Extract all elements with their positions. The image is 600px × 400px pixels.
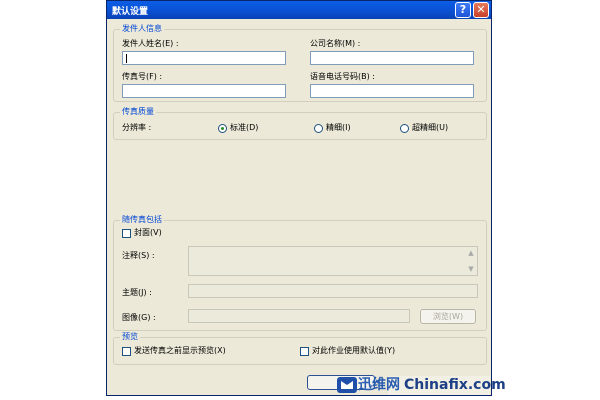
notes-textarea: ▲ ▼: [188, 246, 478, 276]
image-input: [188, 309, 410, 323]
watermark-en-text: Chinafix.com: [404, 377, 506, 393]
sender-name-input[interactable]: [122, 51, 286, 65]
fax-number-input[interactable]: [122, 84, 286, 98]
voice-number-label: 语音电话号码(B) :: [310, 72, 375, 81]
include-with-fax-title: 随传真包括: [120, 215, 164, 225]
voice-number-input[interactable]: [310, 84, 474, 98]
show-preview-checkbox[interactable]: [122, 347, 131, 356]
sender-info-title: 发件人信息: [120, 24, 164, 34]
fax-quality-group: 传真质量 分辨率 : 标准(D) 精细(I) 超精细(U): [113, 107, 487, 140]
use-defaults-label[interactable]: 对此作业使用默认值(Y): [312, 346, 395, 356]
sender-info-group: 发件人信息 发件人姓名(E) : 公司名称(M) : 传真号(F) : 语音电话…: [113, 24, 487, 102]
subject-label: 主题(J) :: [122, 288, 152, 297]
use-defaults-checkbox[interactable]: [300, 347, 309, 356]
resolution-label: 分辨率 :: [122, 123, 152, 132]
notes-label: 注释(S) :: [122, 251, 155, 260]
scroll-up-icon: ▲: [468, 249, 474, 257]
resolution-superfine-radio[interactable]: [400, 124, 409, 133]
company-name-label: 公司名称(M) :: [310, 39, 361, 48]
include-with-fax-group: 随传真包括 封面(V) 注释(S) : ▲ ▼ 主题(J) : 图像(G) : …: [113, 215, 487, 331]
scroll-down-icon: ▼: [468, 265, 474, 273]
preview-title: 预览: [120, 332, 140, 342]
help-button[interactable]: ?: [455, 2, 471, 18]
resolution-standard-label[interactable]: 标准(D): [230, 123, 258, 133]
resolution-standard-radio[interactable]: [218, 124, 227, 133]
cover-page-checkbox[interactable]: [122, 229, 131, 238]
dialog-title: 默认设置: [112, 7, 149, 17]
fax-number-label: 传真号(F) :: [122, 72, 163, 81]
fax-quality-title: 传真质量: [120, 107, 156, 117]
resolution-fine-radio[interactable]: [314, 124, 323, 133]
watermark-cn-text: 迅维网: [358, 377, 400, 393]
text-caret: [126, 54, 127, 63]
browse-button: 浏览(W): [420, 309, 476, 324]
sender-name-label: 发件人姓名(E) :: [122, 39, 179, 48]
cover-page-label[interactable]: 封面(V): [134, 228, 162, 238]
show-preview-label[interactable]: 发送传真之前显示预览(X): [134, 346, 226, 356]
company-name-input[interactable]: [310, 51, 474, 65]
image-label: 图像(G) :: [122, 313, 156, 322]
resolution-superfine-label[interactable]: 超精细(U): [412, 123, 448, 133]
subject-input: [188, 284, 478, 298]
default-settings-dialog: 默认设置 ? ✕ 发件人信息 发件人姓名(E) : 公司名称(M) : 传真号(…: [106, 0, 492, 396]
preview-group: 预览 发送传真之前显示预览(X) 对此作业使用默认值(Y): [113, 332, 487, 365]
watermark-logo-icon: [337, 377, 357, 393]
title-bar[interactable]: 默认设置 ? ✕: [107, 1, 491, 19]
resolution-fine-label[interactable]: 精细(I): [326, 123, 351, 133]
close-button[interactable]: ✕: [473, 2, 489, 18]
